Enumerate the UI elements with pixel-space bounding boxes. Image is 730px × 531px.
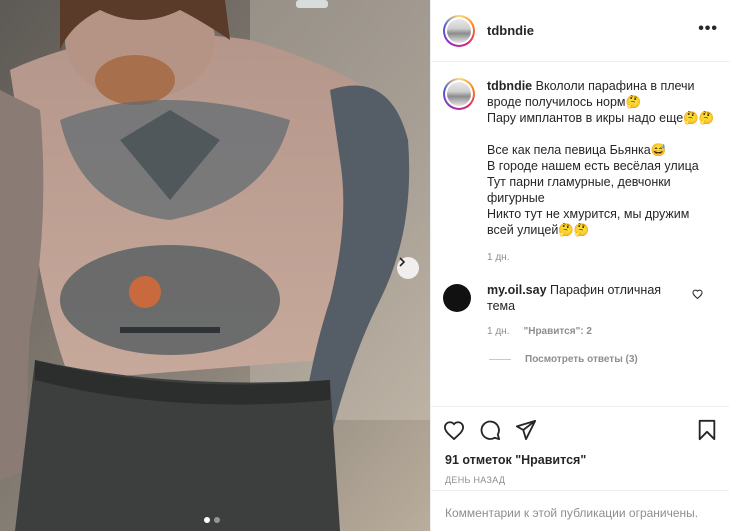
caption-line: Все как пела певица Бьянка😅 [487,143,667,157]
caption-avatar[interactable] [443,78,475,110]
comments-limited-notice: Комментарии к этой публикации ограничены… [431,490,729,520]
comment-avatar[interactable] [443,284,471,312]
share-icon[interactable] [515,419,537,444]
post-photo[interactable] [0,0,430,531]
carousel-dot [214,517,220,523]
likes-label: "Нравится" [515,453,587,467]
comment-time[interactable]: 1 дн. [487,324,509,340]
action-icons [431,407,729,445]
comment-likes[interactable]: "Нравится": 2 [523,324,592,340]
next-photo-button[interactable] [397,257,419,279]
caption-time[interactable]: 1 дн. [487,250,717,266]
comment-heart-icon[interactable] [692,288,703,302]
bookmark-icon[interactable] [697,419,717,444]
replies-divider [489,359,511,360]
chevron-right-icon [399,257,406,267]
caption-line: Никто тут не хмурится, мы дружим всей ул… [487,207,693,237]
avatar[interactable] [443,14,475,47]
post-date[interactable]: ДЕНЬ НАЗАД [431,467,729,485]
more-icon[interactable]: ••• [698,21,718,37]
instagram-post: tdbndie ••• tdbndie Вкололи парафина в п… [0,0,730,531]
photo-illustration [0,0,430,531]
comment-icon[interactable] [479,419,501,444]
comment-username[interactable]: my.oil.say [487,283,547,297]
caption-line [487,126,717,142]
view-replies-label: Посмотреть ответы (3) [525,354,638,365]
caption-text: tdbndie Вкололи парафина в плечи вроде п… [487,78,717,266]
likes-count-number: 91 отметок [445,453,512,467]
caption-line: Тут парни гламурные, девчонки фигурные [487,175,675,205]
carousel-indicator [204,517,220,523]
post-actions: 91 отметок "Нравится" ДЕНЬ НАЗАД [431,406,729,485]
likes-count[interactable]: 91 отметок "Нравится" [431,445,729,467]
caption-line: Пару имплантов в икры надо еще🤔🤔 [487,111,715,125]
view-replies-button[interactable]: Посмотреть ответы (3) [489,354,729,365]
caption-line: В городе нашем есть весёлая улица [487,159,699,173]
comments-list[interactable]: tdbndie Вкололи парафина в плечи вроде п… [431,62,729,406]
comment-body: my.oil.say Парафин отличная тема 1 дн. "… [487,282,687,340]
comment-item: my.oil.say Парафин отличная тема 1 дн. "… [431,266,729,340]
carousel-dot-active [204,517,210,523]
heart-icon[interactable] [443,420,465,443]
caption-username[interactable]: tdbndie [487,79,532,93]
comment-meta: 1 дн. "Нравится": 2 [487,324,687,340]
author-username[interactable]: tdbndie [487,23,534,38]
caption: tdbndie Вкололи парафина в плечи вроде п… [431,62,729,266]
post-header: tdbndie ••• [431,0,730,62]
post-sidebar: tdbndie ••• tdbndie Вкололи парафина в п… [430,0,730,531]
